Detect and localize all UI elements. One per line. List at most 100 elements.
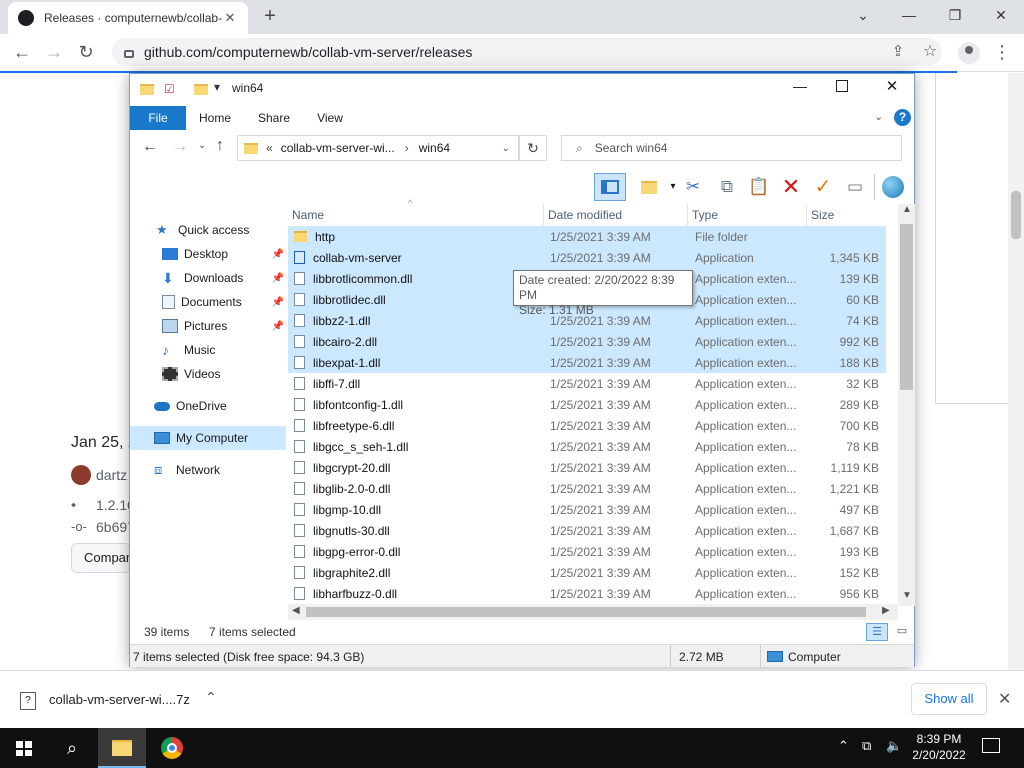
explorer-maximize-button[interactable] [836,80,848,92]
file-list-hscroll[interactable]: ◀ ▶ [288,604,898,620]
back-arrow-icon[interactable]: ← [8,38,36,66]
file-row[interactable]: libgcrypt-20.dll 1/25/2021 3:39 AM Applica… [288,457,886,478]
file-row[interactable]: libexpat-1.dll 1/25/2021 3:39 AM Applicati… [288,352,886,373]
column-name[interactable]: Name [288,204,544,226]
minimize-button[interactable]: — [886,0,932,32]
breadcrumb-current[interactable]: win64 [419,141,450,155]
nav-item-onedrive[interactable]: OneDrive [130,394,288,418]
profile-avatar[interactable] [958,42,980,64]
bookmark-star-icon[interactable]: ☆ [916,38,944,66]
tab-share[interactable]: Share [254,106,294,130]
page-scroll-thumb[interactable] [1011,191,1021,239]
nav-item-videos[interactable]: Videos [130,362,288,386]
nav-item-downloads[interactable]: ⬇ Downloads 📌 [130,266,288,290]
pin-icon[interactable]: 📌 [272,273,284,284]
cut-icon[interactable]: ✂ [680,174,706,200]
column-date-modified[interactable]: Date modified [544,204,688,226]
hscroll-thumb[interactable] [306,607,866,617]
file-row[interactable]: libffi-7.dll 1/25/2021 3:39 AM Application… [288,373,886,394]
file-row[interactable]: collab-vm-server 1/25/2021 3:39 AM Applica… [288,247,886,268]
address-bar[interactable]: github.com/computernewb/collab-vm-server… [112,38,942,66]
new-folder-icon[interactable] [194,84,208,95]
breadcrumb-overflow[interactable]: « [266,141,273,155]
share-icon[interactable]: ⇪ [884,38,912,66]
file-row[interactable]: libgnutls-30.dll 1/25/2021 3:39 AM Applica… [288,520,886,541]
tab-file[interactable]: File [130,106,186,130]
customize-qat-icon[interactable]: ▾ [214,80,220,94]
pin-icon[interactable]: 📌 [272,249,284,260]
file-list-vscroll[interactable]: ▲ ▼ [898,204,915,606]
download-options-icon[interactable]: ⌃ [205,689,217,706]
close-shelf-icon[interactable]: ✕ [998,689,1011,709]
new-folder-toolbar-icon[interactable] [636,174,662,200]
nav-item-music[interactable]: ♪ Music [130,338,288,362]
show-hidden-icons-icon[interactable]: ⌃ [838,738,849,754]
nav-item-desktop[interactable]: Desktop 📌 [130,242,288,266]
taskbar-file-explorer[interactable] [98,728,146,768]
file-row[interactable]: libcairo-2.dll 1/25/2021 3:39 AM Applicati… [288,331,886,352]
nav-item-documents[interactable]: Documents 📌 [130,290,288,314]
file-row[interactable]: http 1/25/2021 3:39 AM File folder [288,226,886,247]
nav-item-quick-access[interactable]: ★ Quick access [130,218,288,242]
network-tray-icon[interactable]: ⧉ [862,738,871,754]
up-arrow-icon[interactable]: ↑ [216,137,224,155]
start-button[interactable] [0,728,48,768]
tab-search-button[interactable]: ⌄ [840,0,886,32]
file-row[interactable]: libglib-2.0-0.dll 1/25/2021 3:39 AM Applic… [288,478,886,499]
column-size[interactable]: Size [807,204,886,226]
explorer-back-icon[interactable]: ← [142,138,158,156]
search-box[interactable]: ⌕ Search win64 [561,135,902,161]
author-avatar[interactable] [71,465,91,485]
forward-arrow-icon[interactable]: → [40,38,68,66]
scroll-right-arrow-icon[interactable]: ▶ [882,605,890,616]
globe-icon[interactable] [880,174,906,200]
restore-button[interactable]: ❐ [932,0,978,32]
tab-close-icon[interactable]: ✕ [222,10,238,26]
close-window-button[interactable]: ✕ [978,0,1024,32]
help-icon[interactable]: ? [894,109,911,126]
explorer-forward-icon[interactable]: → [172,138,188,156]
scroll-up-arrow-icon[interactable]: ▲ [902,204,912,215]
copy-icon[interactable]: ⧉ [714,174,740,200]
compare-button[interactable]: Compare [71,543,131,573]
check-icon[interactable]: ✓ [810,174,836,200]
search-icon[interactable]: ⌕ [48,728,96,768]
new-tab-button[interactable]: + [258,5,282,29]
preview-pane-icon[interactable] [594,173,626,201]
tab-home[interactable]: Home [194,106,236,130]
notifications-icon[interactable] [982,738,1000,753]
rename-icon[interactable]: ▭ [842,174,868,200]
taskbar-chrome[interactable] [148,728,196,768]
file-row[interactable]: libharfbuzz-0.dll 1/25/2021 3:39 AM Applic… [288,583,886,604]
file-row[interactable]: libgcc_s_seh-1.dll 1/25/2021 3:39 AM Appli… [288,436,886,457]
nav-item-my-computer[interactable]: My Computer [130,426,286,450]
scroll-down-arrow-icon[interactable]: ▼ [902,590,912,601]
explorer-address-bar[interactable]: « collab-vm-server-wi... › win64 ⌄ [237,135,519,161]
nav-item-pictures[interactable]: Pictures 📌 [130,314,288,338]
column-type[interactable]: Type [688,204,807,226]
refresh-button[interactable]: ↻ [519,135,547,161]
reload-icon[interactable]: ↻ [72,38,100,66]
properties-icon[interactable]: ☑ [164,82,175,96]
download-item-name[interactable]: collab-vm-server-wi....7z [49,692,190,707]
nav-item-network[interactable]: ⧈ Network [130,458,288,482]
show-all-button[interactable]: Show all [911,683,987,715]
file-row[interactable]: libfontconfig-1.dll 1/25/2021 3:39 AM Appl… [288,394,886,415]
breadcrumb-parent[interactable]: collab-vm-server-wi... [281,141,395,155]
explorer-close-button[interactable]: ✕ [882,77,902,95]
menu-icon[interactable]: ⋮ [988,38,1016,66]
explorer-minimize-button[interactable]: — [790,78,810,94]
delete-icon[interactable]: ✕ [778,174,804,200]
release-author[interactable]: dartz [96,467,127,483]
paste-icon[interactable]: 📋 [746,174,772,200]
taskbar-clock[interactable]: 8:39 PM 2/20/2022 [900,731,978,763]
recent-locations-icon[interactable]: ⌄ [198,140,206,151]
tab-view[interactable]: View [312,106,348,130]
address-dropdown-icon[interactable]: ⌄ [502,143,510,154]
file-row[interactable]: libgraphite2.dll 1/25/2021 3:39 AM Applica… [288,562,886,583]
browser-tab[interactable]: Releases · computernewb/collab-vm-server… [8,2,248,34]
ribbon-expand-icon[interactable]: ⌄ [874,110,883,123]
file-row[interactable]: libgmp-10.dll 1/25/2021 3:39 AM Applicatio… [288,499,886,520]
vscroll-thumb[interactable] [900,224,913,390]
page-scrollbar[interactable] [1008,73,1024,670]
